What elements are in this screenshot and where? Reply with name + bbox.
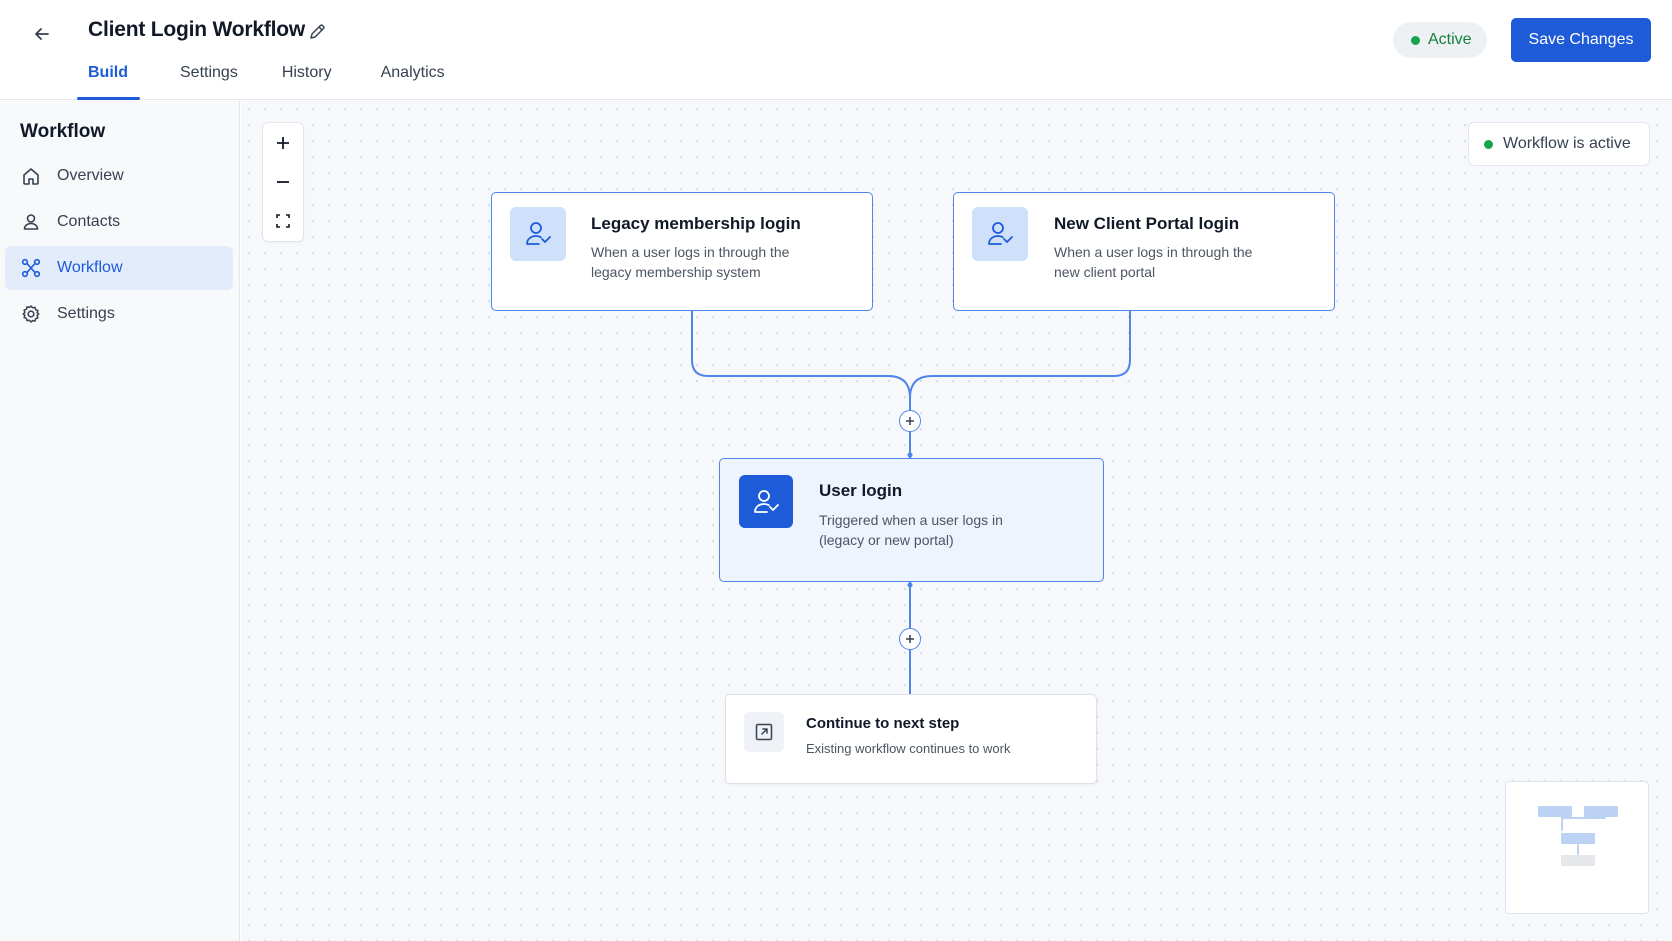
arrow-left-icon xyxy=(35,28,49,40)
minimap-node xyxy=(1538,806,1572,817)
minimap-node xyxy=(1561,855,1595,866)
user-login-icon xyxy=(739,475,793,528)
sidebar-nav: Overview Contacts Workflow Settings xyxy=(5,154,233,338)
node-description: Triggered when a user logs in (legacy or… xyxy=(819,512,1003,548)
sidebar-item-workflow[interactable]: Workflow xyxy=(5,246,233,290)
pencil-icon xyxy=(310,24,325,39)
node-title: Legacy membership login xyxy=(591,214,801,233)
node-description: Existing workflow continues to work xyxy=(806,741,1011,756)
minimap[interactable] xyxy=(1505,781,1649,914)
zoom-out-button[interactable] xyxy=(263,162,303,201)
minimap-connector xyxy=(1561,817,1606,819)
node-title: New Client Portal login xyxy=(1054,214,1240,233)
trigger-node-legacy[interactable]: Legacy membership login When a user logs… xyxy=(491,192,873,311)
minimap-node xyxy=(1584,806,1618,817)
node-description: When a user logs in through the legacy m… xyxy=(591,244,790,280)
sidebar-item-overview[interactable]: Overview xyxy=(5,154,233,198)
status-dot-icon xyxy=(1411,35,1420,45)
fit-view-button[interactable] xyxy=(263,201,303,240)
tab-history[interactable]: History xyxy=(264,62,350,100)
page-title: Client Login Workflow xyxy=(88,18,306,41)
workflow-status-label: Workflow is active xyxy=(1503,135,1631,152)
gear-icon xyxy=(20,303,42,325)
sidebar-item-label: Contacts xyxy=(57,213,121,230)
action-node-continue[interactable]: Continue to next step Existing workflow … xyxy=(725,694,1097,784)
workflow-status-badge: Workflow is active xyxy=(1468,122,1650,166)
back-button[interactable] xyxy=(28,20,56,48)
minimap-connector xyxy=(1577,844,1579,855)
user-login-icon xyxy=(972,207,1028,261)
top-header: Client Login Workflow Build Settings His… xyxy=(0,0,1672,100)
fit-view-icon xyxy=(276,213,290,228)
plus-icon xyxy=(906,417,914,425)
tab-bar: Build Settings History Analytics xyxy=(70,62,463,100)
sidebar-item-settings[interactable]: Settings xyxy=(5,292,233,336)
zoom-in-icon xyxy=(277,136,289,149)
minimap-node xyxy=(1561,833,1595,844)
add-step-button[interactable] xyxy=(899,410,921,432)
user-icon xyxy=(20,211,42,233)
external-step-icon xyxy=(744,712,784,752)
sidebar-item-label: Overview xyxy=(57,167,124,184)
edit-title-button[interactable] xyxy=(305,20,329,44)
tab-settings[interactable]: Settings xyxy=(162,62,256,100)
trigger-node-user-login[interactable]: User login Triggered when a user logs in… xyxy=(719,458,1104,582)
save-changes-button[interactable]: Save Changes xyxy=(1511,18,1651,62)
minimap-connector xyxy=(1561,817,1563,831)
sidebar-title: Workflow xyxy=(20,121,106,142)
status-badge: Active xyxy=(1393,22,1487,58)
trigger-node-portal[interactable]: New Client Portal login When a user logs… xyxy=(953,192,1335,311)
status-dot-icon xyxy=(1484,139,1493,149)
tab-build[interactable]: Build xyxy=(70,62,140,100)
zoom-in-button[interactable] xyxy=(263,123,303,162)
node-title: User login xyxy=(819,481,903,500)
sidebar-item-contacts[interactable]: Contacts xyxy=(5,200,233,244)
sidebar: Workflow Overview Contacts Workflow Sett… xyxy=(0,101,240,941)
workflow-icon xyxy=(20,257,42,279)
node-title: Continue to next step xyxy=(806,715,960,732)
add-step-button[interactable] xyxy=(899,628,921,650)
plus-icon xyxy=(906,635,914,643)
status-label: Active xyxy=(1428,31,1472,48)
zoom-out-icon xyxy=(277,180,289,183)
home-icon xyxy=(20,165,42,187)
user-login-icon xyxy=(510,207,566,261)
sidebar-item-label: Workflow xyxy=(57,259,123,276)
sidebar-item-label: Settings xyxy=(57,305,115,322)
zoom-controls xyxy=(262,122,304,242)
tab-analytics[interactable]: Analytics xyxy=(363,62,463,100)
node-description: When a user logs in through the new clie… xyxy=(1054,244,1253,280)
